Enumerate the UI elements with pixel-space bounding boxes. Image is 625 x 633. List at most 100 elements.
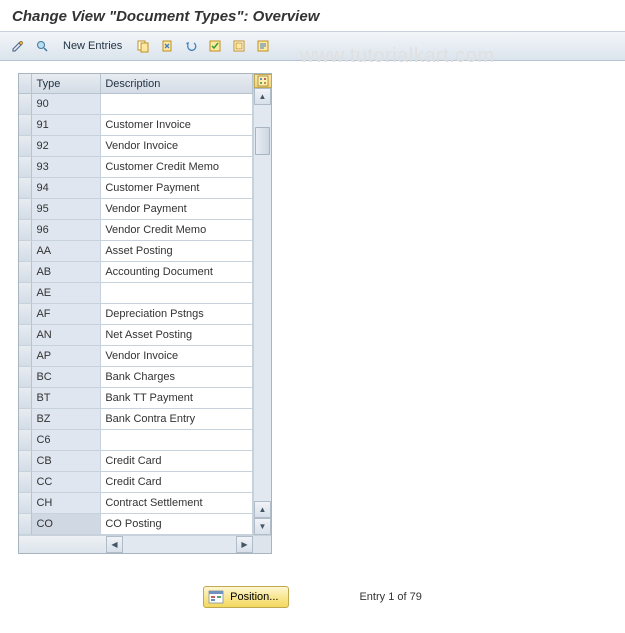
type-cell[interactable]: 96 [32,220,101,241]
row-selector[interactable] [19,430,32,451]
scroll-up-button[interactable]: ▲ [254,88,271,105]
type-cell[interactable]: BZ [32,409,101,430]
row-selector[interactable] [19,178,32,199]
row-selector[interactable] [19,325,32,346]
description-cell[interactable] [101,94,253,115]
description-cell[interactable] [101,283,253,304]
table-row: C6 [19,430,253,451]
description-cell[interactable]: Credit Card [101,472,253,493]
scroll-thumb[interactable] [255,127,270,155]
row-selector[interactable] [19,94,32,115]
description-cell[interactable]: Customer Credit Memo [101,157,253,178]
type-cell[interactable]: AB [32,262,101,283]
type-cell[interactable]: AF [32,304,101,325]
description-cell[interactable]: Net Asset Posting [101,325,253,346]
table-row: CCCredit Card [19,472,253,493]
copy-icon[interactable] [133,36,153,56]
table-row: 90 [19,94,253,115]
type-cell[interactable]: 91 [32,115,101,136]
description-cell[interactable]: Vendor Payment [101,199,253,220]
row-selector[interactable] [19,493,32,514]
description-cell[interactable]: Accounting Document [101,262,253,283]
description-cell[interactable]: Bank Contra Entry [101,409,253,430]
table-settings-icon[interactable] [254,74,272,88]
hscroll-track[interactable] [123,536,236,553]
delete-icon[interactable] [157,36,177,56]
scroll-down-button[interactable]: ▼ [254,518,271,535]
column-header-type[interactable]: Type [32,74,101,94]
column-header-description[interactable]: Description [101,74,253,94]
row-selector[interactable] [19,304,32,325]
description-cell[interactable]: Asset Posting [101,241,253,262]
table-row: ABAccounting Document [19,262,253,283]
description-cell[interactable]: Depreciation Pstngs [101,304,253,325]
table-row: BTBank TT Payment [19,388,253,409]
description-cell[interactable]: Vendor Invoice [101,136,253,157]
row-selector[interactable] [19,388,32,409]
vertical-scrollbar[interactable]: ▲ ▲ ▼ [253,74,271,535]
type-cell[interactable]: 94 [32,178,101,199]
horizontal-scrollbar[interactable]: ◀ ▶ [19,535,271,553]
description-cell[interactable] [101,430,253,451]
type-cell[interactable]: AN [32,325,101,346]
entry-status: Entry 1 of 79 [359,591,421,603]
scroll-left-button[interactable]: ◀ [106,536,123,553]
type-cell[interactable]: 92 [32,136,101,157]
scroll-up-step-button[interactable]: ▲ [254,501,271,518]
undo-icon[interactable] [181,36,201,56]
table-row: CBCredit Card [19,451,253,472]
type-cell[interactable]: 93 [32,157,101,178]
type-cell[interactable]: CB [32,451,101,472]
description-cell[interactable]: Vendor Invoice [101,346,253,367]
position-button[interactable]: Position... [203,586,289,608]
type-cell[interactable]: 95 [32,199,101,220]
type-cell[interactable]: CH [32,493,101,514]
row-selector[interactable] [19,283,32,304]
row-selector[interactable] [19,136,32,157]
row-selector[interactable] [19,262,32,283]
scroll-right-button[interactable]: ▶ [236,536,253,553]
find-icon[interactable] [32,36,52,56]
description-cell[interactable]: CO Posting [101,514,253,535]
toggle-display-change-icon[interactable] [8,36,28,56]
row-selector[interactable] [19,514,32,535]
scroll-track[interactable] [254,105,271,501]
row-selector[interactable] [19,346,32,367]
type-cell[interactable]: BT [32,388,101,409]
type-cell[interactable]: BC [32,367,101,388]
type-cell[interactable]: AA [32,241,101,262]
description-cell[interactable]: Contract Settlement [101,493,253,514]
row-selector[interactable] [19,220,32,241]
description-cell[interactable]: Credit Card [101,451,253,472]
row-selector[interactable] [19,451,32,472]
description-cell[interactable]: Customer Payment [101,178,253,199]
description-cell[interactable]: Vendor Credit Memo [101,220,253,241]
row-selector[interactable] [19,115,32,136]
row-selector[interactable] [19,472,32,493]
table-row: AFDepreciation Pstngs [19,304,253,325]
description-cell[interactable]: Bank TT Payment [101,388,253,409]
type-cell[interactable]: CC [32,472,101,493]
document-types-table: Type Description 9091Customer Invoice92V… [18,73,272,554]
description-cell[interactable]: Customer Invoice [101,115,253,136]
table-row: 91Customer Invoice [19,115,253,136]
type-cell[interactable]: 90 [32,94,101,115]
row-selector[interactable] [19,157,32,178]
table-row: 92Vendor Invoice [19,136,253,157]
row-selector[interactable] [19,409,32,430]
row-selector[interactable] [19,241,32,262]
type-cell[interactable]: AE [32,283,101,304]
row-selector[interactable] [19,367,32,388]
row-selector[interactable] [19,199,32,220]
type-cell[interactable]: CO [32,514,101,535]
type-cell[interactable]: C6 [32,430,101,451]
print-icon[interactable] [253,36,273,56]
new-entries-button[interactable]: New Entries [56,37,129,55]
select-all-icon[interactable] [205,36,225,56]
description-cell[interactable]: Bank Charges [101,367,253,388]
type-cell[interactable]: AP [32,346,101,367]
deselect-all-icon[interactable] [229,36,249,56]
table-row: BCBank Charges [19,367,253,388]
table-row: ANNet Asset Posting [19,325,253,346]
select-all-rows[interactable] [19,74,32,94]
